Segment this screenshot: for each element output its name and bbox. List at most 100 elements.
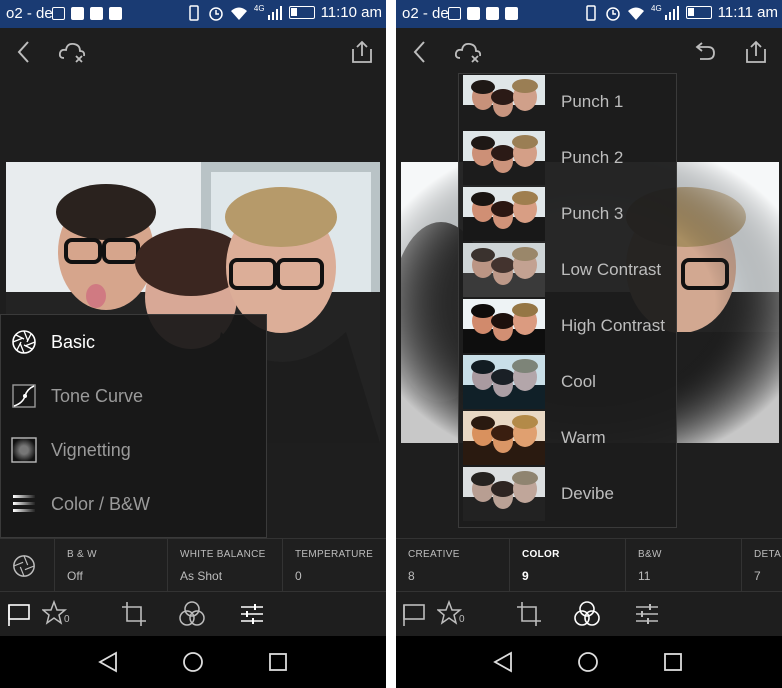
bottom-toolbar: 0 — [396, 592, 782, 636]
preset-thumbnail — [463, 131, 545, 185]
menu-item-label: Basic — [51, 331, 96, 352]
preset-punch-1[interactable]: Punch 1 — [459, 74, 678, 130]
nav-back-icon[interactable] — [491, 650, 515, 674]
nav-back-icon[interactable] — [96, 650, 120, 674]
image-notification-icon — [448, 7, 461, 20]
crop-icon[interactable] — [515, 600, 543, 628]
tab-bw[interactable]: B & W Off — [54, 539, 167, 593]
clock: 11:10 am — [320, 4, 382, 21]
bag-notification-icon — [505, 7, 518, 20]
tab-value: Off — [67, 569, 83, 583]
tab-detail[interactable]: DETAIL 7 — [741, 539, 782, 593]
presets-icon[interactable] — [178, 600, 206, 628]
nav-home-icon[interactable] — [181, 650, 205, 674]
star-count: 0 — [459, 614, 465, 625]
signal-icon — [267, 5, 282, 20]
presets-icon[interactable] — [573, 600, 601, 628]
preset-label: High Contrast — [561, 316, 665, 335]
bottom-toolbar: 0 — [0, 592, 386, 636]
wifi-icon — [230, 7, 247, 20]
cloud-off-icon[interactable] — [454, 38, 484, 66]
mail-notification-icon — [467, 7, 480, 20]
android-nav-bar — [396, 636, 782, 688]
preset-thumbnail — [463, 467, 545, 521]
preset-label: Punch 2 — [561, 148, 624, 167]
presets-panel: Punch 1 Punch 2 Punch 3 Low Contrast Hig… — [458, 73, 677, 528]
preset-cool[interactable]: Cool — [459, 354, 678, 410]
top-bar — [0, 28, 386, 76]
top-bar — [396, 28, 782, 76]
bag-notification-icon — [90, 7, 103, 20]
aperture-icon — [12, 330, 36, 354]
tab-title: COLOR — [522, 549, 560, 560]
share-icon[interactable] — [350, 38, 374, 66]
tab-bw[interactable]: B&W 11 — [625, 539, 741, 593]
preset-label: Devibe — [561, 484, 614, 503]
undo-icon[interactable] — [692, 38, 716, 66]
adjust-sliders-icon[interactable] — [238, 600, 266, 628]
color-bars-icon — [13, 495, 35, 512]
preset-thumbnail — [463, 75, 545, 129]
menu-item-color-bw[interactable]: Color / B&W — [1, 477, 268, 531]
share-icon[interactable] — [744, 38, 768, 66]
wifi-icon — [628, 7, 644, 20]
preset-punch-2[interactable]: Punch 2 — [459, 130, 678, 186]
menu-item-tone-curve[interactable]: Tone Curve — [1, 369, 268, 423]
tab-title: WHITE BALANCE — [180, 549, 266, 560]
preset-thumbnail — [463, 243, 545, 297]
crop-icon[interactable] — [120, 600, 148, 628]
carrier-label: o2 - de — [6, 5, 53, 22]
preset-low-contrast[interactable]: Low Contrast — [459, 242, 678, 298]
image-notification-icon — [52, 7, 65, 20]
tab-value: 9 — [522, 569, 529, 583]
basic-tool-button[interactable] — [0, 539, 54, 593]
preset-high-contrast[interactable]: High Contrast — [459, 298, 678, 354]
preset-devibe[interactable]: Devibe — [459, 466, 678, 522]
back-icon[interactable] — [14, 38, 34, 66]
tab-creative[interactable]: CREATIVE 8 — [396, 539, 509, 593]
vignette-icon — [11, 437, 37, 463]
mail-notification-icon — [71, 7, 84, 20]
back-icon[interactable] — [410, 38, 430, 66]
preset-label: Warm — [561, 428, 606, 447]
preset-label: Low Contrast — [561, 260, 662, 279]
tab-title: B&W — [638, 549, 662, 560]
android-nav-bar — [0, 636, 386, 688]
menu-item-basic[interactable]: Basic — [1, 315, 268, 369]
battery-icon — [685, 6, 712, 19]
nav-home-icon[interactable] — [576, 650, 600, 674]
alarm-icon — [606, 6, 620, 21]
preset-warm[interactable]: Warm — [459, 410, 678, 466]
preset-thumbnail — [463, 411, 545, 465]
bag-notification-icon — [109, 7, 122, 20]
clock: 11:11 am — [717, 4, 778, 21]
tab-color[interactable]: COLOR 9 — [509, 539, 625, 593]
menu-item-label: Color / B&W — [51, 493, 151, 514]
cloud-off-icon[interactable] — [58, 38, 88, 66]
carrier-label: o2 - de — [402, 5, 449, 22]
tab-temperature[interactable]: TEMPERATURE 0 — [282, 539, 386, 593]
network-type: 4G — [651, 4, 662, 13]
preset-punch-3[interactable]: Punch 3 — [459, 186, 678, 242]
tab-white-balance[interactable]: WHITE BALANCE As Shot — [167, 539, 282, 593]
tab-title: B & W — [67, 549, 97, 560]
tab-value: 11 — [638, 569, 651, 583]
flag-icon[interactable] — [6, 600, 34, 628]
preset-label: Cool — [561, 372, 596, 391]
status-bar: o2 - de 4G 11:10 am — [0, 0, 386, 28]
preset-label: Punch 3 — [561, 204, 624, 223]
nav-recents-icon[interactable] — [661, 650, 685, 674]
signal-icon — [664, 5, 679, 20]
tools-menu: Basic Tone Curve Vignetting Color / B&W — [0, 314, 267, 538]
tab-title: DETAIL — [754, 549, 782, 560]
vibrate-icon — [586, 4, 596, 21]
flag-icon[interactable] — [401, 600, 429, 628]
tab-value: 0 — [295, 569, 302, 583]
phone-left: o2 - de 4G 11:10 am Basic Tone Curve Vig… — [0, 0, 386, 688]
phone-right: o2 - de 4G 11:11 am Punch 1 Punch 2 Punc… — [396, 0, 782, 688]
adjust-sliders-icon[interactable] — [633, 600, 661, 628]
status-bar: o2 - de 4G 11:11 am — [396, 0, 782, 28]
menu-item-label: Vignetting — [51, 439, 131, 460]
menu-item-vignetting[interactable]: Vignetting — [1, 423, 268, 477]
nav-recents-icon[interactable] — [266, 650, 290, 674]
